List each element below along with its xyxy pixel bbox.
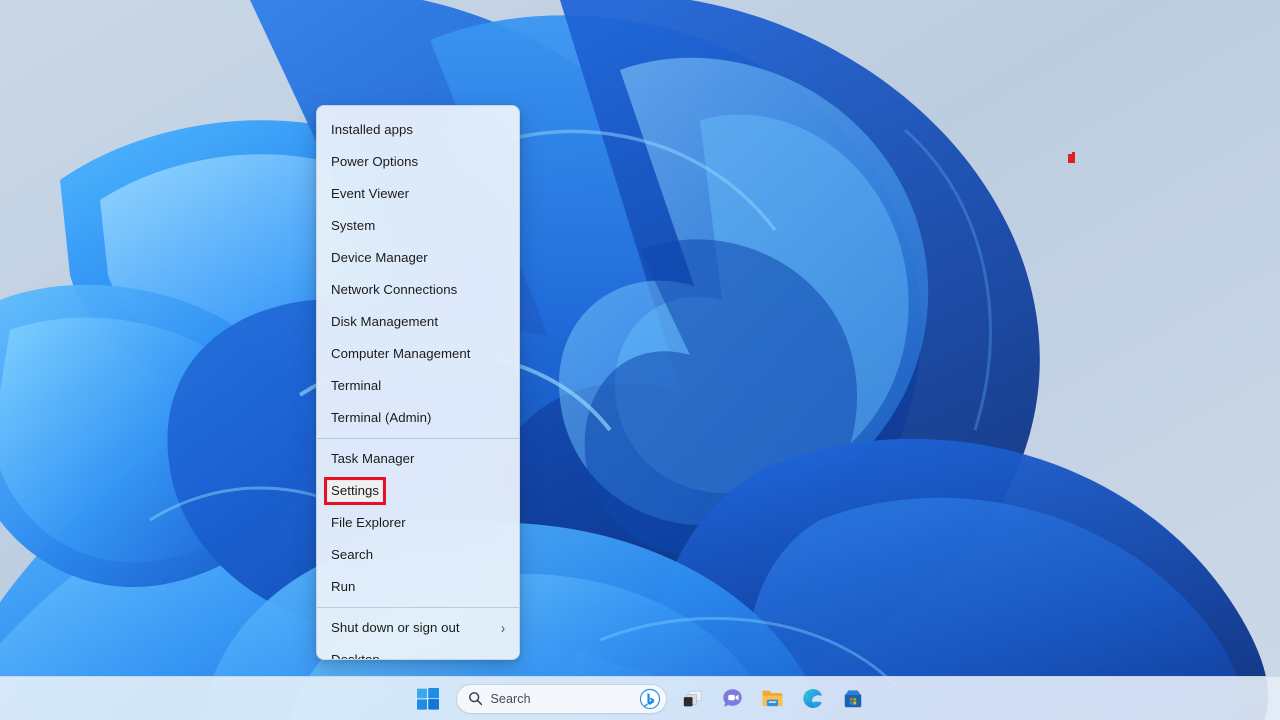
- edge-icon: [801, 687, 824, 710]
- menu-item-label: System: [331, 218, 376, 233]
- microsoft-store-icon: [842, 688, 864, 710]
- menu-item-terminal[interactable]: Terminal: [317, 370, 519, 402]
- menu-item-label: Run: [331, 579, 356, 594]
- menu-item-desktop[interactable]: Desktop: [317, 644, 519, 660]
- menu-item-label: Disk Management: [331, 314, 439, 329]
- screen: Installed apps Power Options Event Viewe…: [0, 0, 1280, 720]
- task-view-button[interactable]: [673, 679, 713, 719]
- start-button[interactable]: [408, 679, 448, 719]
- bing-copilot-icon[interactable]: [639, 688, 661, 710]
- menu-item-installed-apps[interactable]: Installed apps: [317, 114, 519, 146]
- menu-item-label: Terminal (Admin): [331, 410, 432, 425]
- menu-item-device-manager[interactable]: Device Manager: [317, 242, 519, 274]
- chat-button[interactable]: [713, 679, 753, 719]
- menu-item-disk-management[interactable]: Disk Management: [317, 306, 519, 338]
- file-explorer-button[interactable]: [753, 679, 793, 719]
- menu-separator: [317, 607, 519, 608]
- menu-item-task-manager[interactable]: Task Manager: [317, 443, 519, 475]
- menu-item-file-explorer[interactable]: File Explorer: [317, 507, 519, 539]
- taskbar: Search: [0, 676, 1280, 720]
- menu-item-label: Event Viewer: [331, 186, 410, 201]
- menu-item-run[interactable]: Run: [317, 571, 519, 603]
- taskbar-search-box[interactable]: Search: [455, 683, 667, 714]
- menu-item-shut-down-or-sign-out[interactable]: Shut down or sign out ›: [317, 612, 519, 644]
- store-button[interactable]: [833, 679, 873, 719]
- search-placeholder-text: Search: [490, 691, 531, 706]
- taskbar-center-group: Search: [408, 679, 873, 719]
- menu-item-label: Power Options: [331, 154, 419, 169]
- menu-separator: [317, 438, 519, 439]
- menu-item-settings[interactable]: Settings: [317, 475, 519, 507]
- menu-item-label: File Explorer: [331, 515, 406, 530]
- menu-item-label: Search: [331, 547, 374, 562]
- menu-item-search[interactable]: Search: [317, 539, 519, 571]
- file-explorer-icon: [761, 687, 784, 710]
- menu-item-system[interactable]: System: [317, 210, 519, 242]
- windows-logo-icon: [416, 687, 439, 710]
- menu-item-label: Shut down or sign out: [331, 620, 460, 635]
- menu-item-event-viewer[interactable]: Event Viewer: [317, 178, 519, 210]
- menu-item-label: Device Manager: [331, 250, 428, 265]
- menu-item-network-connections[interactable]: Network Connections: [317, 274, 519, 306]
- search-icon: [468, 691, 483, 706]
- menu-item-label: Settings: [323, 477, 387, 505]
- menu-item-label: Desktop: [331, 652, 380, 660]
- chat-teams-icon: [721, 687, 744, 710]
- menu-item-label: Task Manager: [331, 451, 415, 466]
- win-x-quick-link-menu[interactable]: Installed apps Power Options Event Viewe…: [316, 105, 520, 660]
- menu-item-label: Terminal: [331, 378, 382, 393]
- menu-item-label: Network Connections: [331, 282, 458, 297]
- task-view-icon: [682, 688, 704, 710]
- menu-item-power-options[interactable]: Power Options: [317, 146, 519, 178]
- menu-item-label: Installed apps: [331, 122, 414, 137]
- menu-item-label: Computer Management: [331, 346, 471, 361]
- menu-item-terminal-admin[interactable]: Terminal (Admin): [317, 402, 519, 434]
- edge-button[interactable]: [793, 679, 833, 719]
- chevron-right-icon: ›: [500, 619, 505, 637]
- desktop-wallpaper[interactable]: [0, 0, 1280, 720]
- menu-item-computer-management[interactable]: Computer Management: [317, 338, 519, 370]
